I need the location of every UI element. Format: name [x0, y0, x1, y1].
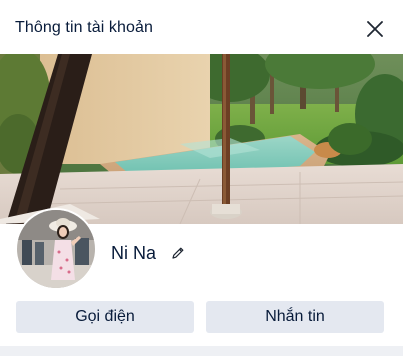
- account-info-dialog: Thông tin tài khoản Ni Na Gọi điện Nhắn …: [0, 0, 403, 356]
- cover-image: [0, 54, 403, 224]
- edit-name-button[interactable]: [170, 245, 186, 261]
- profile-name: Ni Na: [111, 243, 157, 263]
- divider: [0, 346, 403, 356]
- dialog-title: Thông tin tài khoản: [15, 19, 153, 36]
- cover-photo[interactable]: [0, 54, 403, 224]
- avatar[interactable]: [15, 208, 97, 290]
- dialog-header: Thông tin tài khoản: [0, 0, 403, 54]
- call-button[interactable]: Gọi điện: [16, 301, 194, 333]
- avatar-image: [17, 210, 95, 288]
- pencil-icon: [172, 247, 184, 259]
- message-button[interactable]: Nhắn tin: [206, 301, 384, 333]
- close-button[interactable]: [362, 16, 388, 42]
- close-icon: [367, 21, 383, 37]
- profile-actions: Gọi điện Nhắn tin: [16, 301, 384, 333]
